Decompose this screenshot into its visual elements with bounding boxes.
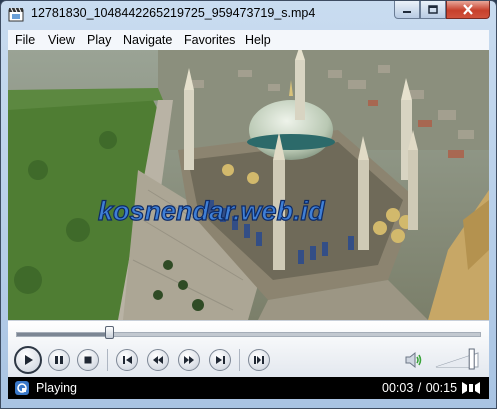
player-window: 12781830_1048442265219725_959473719_s.mp… [0,0,497,409]
film-clip-icon [8,7,24,23]
fast-forward-icon [184,356,194,364]
separator [239,349,240,371]
pause-icon [55,356,63,364]
skip-previous-icon [122,356,132,364]
frame-step-button[interactable] [248,349,270,371]
play-button[interactable] [14,346,42,374]
caption-buttons [394,1,490,21]
volume-thumb [468,348,475,370]
menu-favorites[interactable]: Favorites [184,33,235,47]
title-bar[interactable]: 12781830_1048442265219725_959473719_s.mp… [1,1,496,29]
menu-file[interactable]: File [15,33,35,47]
play-state: Playing [36,381,77,395]
watermark-text: kosnendar.web.id [98,196,325,226]
elapsed-time: 00:03 [382,381,414,395]
speaker-icon[interactable] [404,351,424,369]
close-icon [463,4,473,15]
close-button[interactable] [446,1,490,19]
menu-navigate[interactable]: Navigate [123,33,172,47]
player-status-icon [15,381,29,395]
skip-next-button[interactable] [209,349,231,371]
menu-play[interactable]: Play [87,33,111,47]
window-title: 12781830_1048442265219725_959473719_s.mp… [31,6,316,20]
maximize-icon [428,4,438,14]
minimize-icon [403,10,411,13]
menu-bar: File View Play Navigate Favorites Help [8,30,489,51]
seek-thumb[interactable] [104,326,114,339]
separator [107,349,108,371]
playback-controls [8,320,489,377]
video-frame: kosnendar.web.id [8,50,489,320]
play-icon [25,355,33,365]
status-bar: Playing 00:03 / 00:15 [8,377,489,399]
frame-step-icon [254,356,264,364]
total-time: 00:15 [425,381,458,395]
menu-view[interactable]: View [48,33,75,47]
pause-button[interactable] [48,349,70,371]
time-separator: / [417,381,422,395]
maximize-button[interactable] [420,1,446,19]
seek-bar[interactable] [16,332,481,337]
rewind-icon [153,356,163,364]
seek-progress [17,333,110,336]
video-area[interactable]: kosnendar.web.id [8,50,489,320]
skip-next-icon [215,356,225,364]
menu-help[interactable]: Help [245,33,271,47]
minimize-button[interactable] [394,1,420,19]
rewind-button[interactable] [147,349,169,371]
skip-previous-button[interactable] [116,349,138,371]
fast-forward-button[interactable] [178,349,200,371]
volume-slider[interactable] [434,348,484,370]
time-display: 00:03 / 00:15 [382,381,457,395]
stop-icon [84,356,92,364]
stop-button[interactable] [77,349,99,371]
fullscreen-icon[interactable] [461,381,481,395]
